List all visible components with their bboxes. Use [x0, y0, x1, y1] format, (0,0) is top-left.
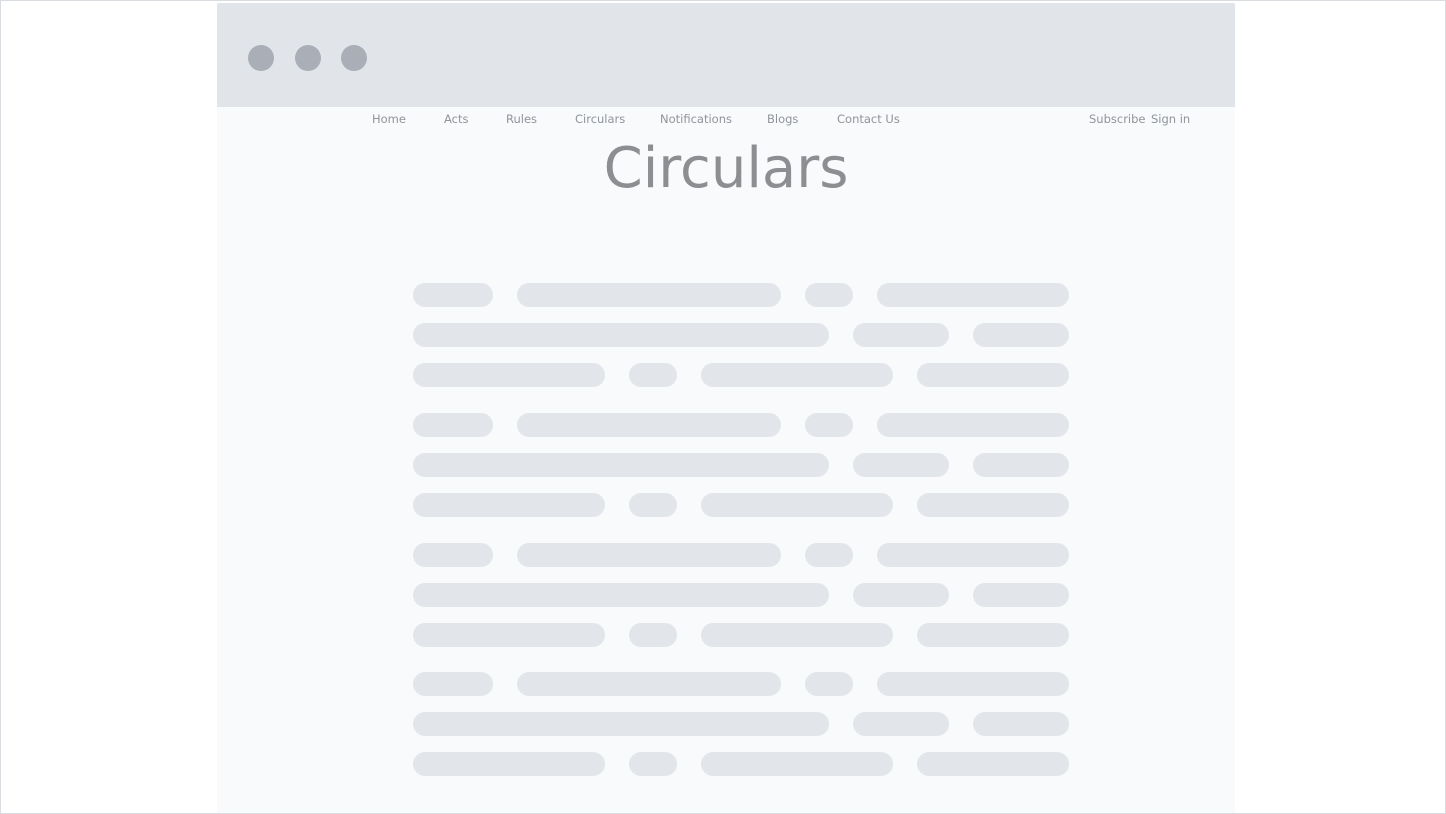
skeleton-line — [413, 672, 493, 696]
skeleton-line — [701, 493, 893, 517]
skeleton-line — [973, 453, 1069, 477]
skeleton-line — [973, 583, 1069, 607]
nav-link-acts[interactable]: Acts — [444, 111, 469, 127]
skeleton-line — [917, 363, 1069, 387]
window-close-dot-icon[interactable] — [248, 45, 274, 71]
skeleton-line — [853, 323, 949, 347]
skeleton-line — [853, 453, 949, 477]
nav-link-circulars[interactable]: Circulars — [575, 111, 625, 127]
page-title: Circulars — [603, 136, 849, 201]
skeleton-line — [517, 672, 781, 696]
nav-link-subscribe[interactable]: Subscribe — [1089, 111, 1146, 127]
skeleton-line — [413, 712, 829, 736]
skeleton-line — [413, 543, 493, 567]
nav-link-notifications[interactable]: Notifications — [660, 111, 732, 127]
skeleton-line — [917, 623, 1069, 647]
window-maximize-dot-icon[interactable] — [341, 45, 367, 71]
skeleton-line — [517, 543, 781, 567]
skeleton-line — [877, 413, 1069, 437]
skeleton-line — [701, 363, 893, 387]
skeleton-line — [629, 623, 677, 647]
skeleton-line — [413, 752, 605, 776]
skeleton-line — [413, 623, 605, 647]
skeleton-line — [917, 493, 1069, 517]
window-title-bar — [217, 3, 1235, 107]
skeleton-line — [517, 283, 781, 307]
skeleton-line — [413, 363, 605, 387]
skeleton-line — [413, 493, 605, 517]
skeleton-line — [629, 752, 677, 776]
skeleton-line — [413, 323, 829, 347]
nav-link-contact-us[interactable]: Contact Us — [837, 111, 900, 127]
skeleton-line — [413, 583, 829, 607]
nav-link-sign-in[interactable]: Sign in — [1151, 111, 1190, 127]
skeleton-line — [629, 493, 677, 517]
skeleton-line — [973, 323, 1069, 347]
skeleton-line — [701, 623, 893, 647]
skeleton-line — [805, 283, 853, 307]
nav-link-blogs[interactable]: Blogs — [767, 111, 798, 127]
skeleton-line — [413, 283, 493, 307]
browser-window: Home Acts Rules Circulars Notifications … — [217, 3, 1235, 813]
skeleton-line — [917, 752, 1069, 776]
skeleton-line — [973, 712, 1069, 736]
skeleton-line — [877, 672, 1069, 696]
window-minimize-dot-icon[interactable] — [295, 45, 321, 71]
skeleton-line — [877, 543, 1069, 567]
nav-link-home[interactable]: Home — [372, 111, 406, 127]
skeleton-line — [877, 283, 1069, 307]
skeleton-line — [413, 413, 493, 437]
skeleton-line — [413, 453, 829, 477]
skeleton-line — [629, 363, 677, 387]
skeleton-line — [805, 413, 853, 437]
skeleton-line — [805, 672, 853, 696]
skeleton-line — [853, 712, 949, 736]
nav-link-rules[interactable]: Rules — [506, 111, 537, 127]
skeleton-line — [853, 583, 949, 607]
skeleton-line — [517, 413, 781, 437]
skeleton-line — [805, 543, 853, 567]
page-frame: Home Acts Rules Circulars Notifications … — [0, 0, 1446, 814]
skeleton-line — [701, 752, 893, 776]
